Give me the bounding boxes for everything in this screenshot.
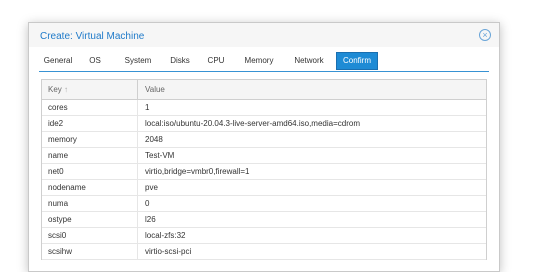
table-row[interactable]: net0 virtio,bridge=vmbr0,firewall=1 xyxy=(42,164,486,180)
row-key: scsihw xyxy=(42,244,138,259)
table-row[interactable]: memory 2048 xyxy=(42,132,486,148)
table-row[interactable]: ostype l26 xyxy=(42,212,486,228)
tab-system[interactable]: System xyxy=(121,52,155,70)
close-icon[interactable]: × xyxy=(479,29,491,41)
table-row[interactable]: cores 1 xyxy=(42,100,486,116)
row-key: ostype xyxy=(42,212,138,227)
tab-underline xyxy=(39,71,489,72)
row-key: memory xyxy=(42,132,138,147)
tab-disks[interactable]: Disks xyxy=(167,52,193,70)
tab-general[interactable]: General xyxy=(39,52,77,70)
row-value: Test-VM xyxy=(145,151,175,160)
tab-memory[interactable]: Memory xyxy=(241,52,277,70)
dialog-header: Create: Virtual Machine × xyxy=(29,23,499,47)
row-value: pve xyxy=(145,183,158,192)
tab-cpu[interactable]: CPU xyxy=(205,52,227,70)
row-key: nodename xyxy=(42,180,138,195)
column-header-value[interactable]: Value xyxy=(139,80,486,99)
sort-up-icon: ↑ xyxy=(64,85,69,94)
tab-network[interactable]: Network xyxy=(290,52,328,70)
table-row[interactable]: numa 0 xyxy=(42,196,486,212)
table-row[interactable]: scsi0 local-zfs:32 xyxy=(42,228,486,244)
row-key: cores xyxy=(42,100,138,115)
row-value: local:iso/ubuntu-20.04.3-live-server-amd… xyxy=(145,119,360,128)
column-header-key[interactable]: Key ↑ xyxy=(42,80,138,99)
grid-header: Key ↑ Value xyxy=(42,80,486,100)
row-key: scsi0 xyxy=(42,228,138,243)
row-key: numa xyxy=(42,196,138,211)
row-value: virtio-scsi-pci xyxy=(145,247,192,256)
row-value: virtio,bridge=vmbr0,firewall=1 xyxy=(145,167,250,176)
table-row[interactable]: nodename pve xyxy=(42,180,486,196)
table-row[interactable]: ide2 local:iso/ubuntu-20.04.3-live-serve… xyxy=(42,116,486,132)
table-row[interactable]: scsihw virtio-scsi-pci xyxy=(42,244,486,260)
summary-grid: Key ↑ Value cores 1 ide2 local:iso/ubunt… xyxy=(41,79,487,260)
tab-os[interactable]: OS xyxy=(85,52,105,70)
row-value: local-zfs:32 xyxy=(145,231,186,240)
row-key: ide2 xyxy=(42,116,138,131)
table-row[interactable]: name Test-VM xyxy=(42,148,486,164)
row-value: 2048 xyxy=(145,135,163,144)
tab-confirm[interactable]: Confirm xyxy=(336,52,378,70)
row-key: name xyxy=(42,148,138,163)
row-value: l26 xyxy=(145,215,156,224)
row-value: 1 xyxy=(145,103,150,112)
create-vm-dialog: Create: Virtual Machine × General OS Sys… xyxy=(28,22,500,272)
row-value: 0 xyxy=(145,199,150,208)
dialog-title: Create: Virtual Machine xyxy=(40,31,145,42)
row-key: net0 xyxy=(42,164,138,179)
